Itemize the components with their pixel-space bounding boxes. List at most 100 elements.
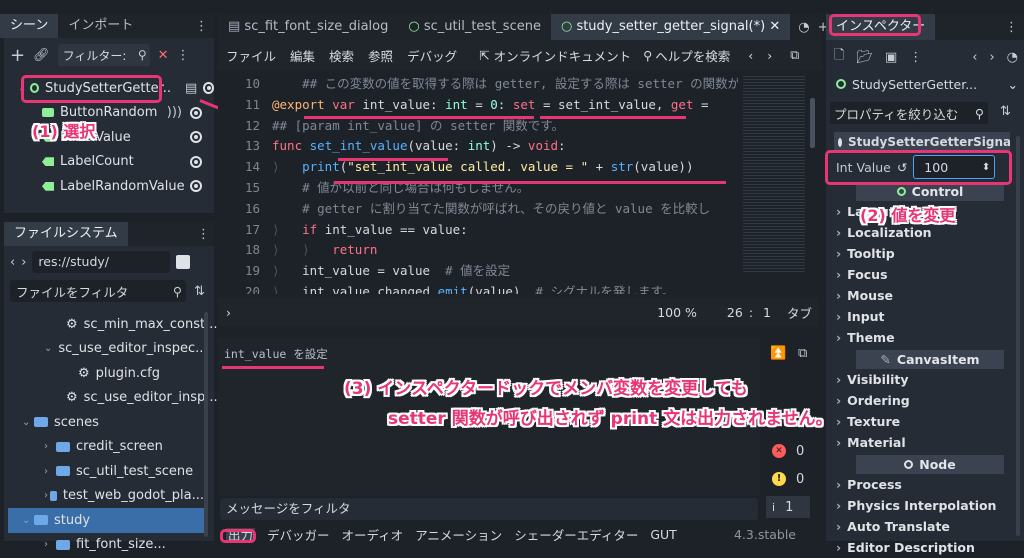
open-folder-icon[interactable]: 📂︎ bbox=[856, 50, 873, 65]
signal-icon[interactable]: ))) bbox=[167, 105, 182, 120]
inspector-group[interactable]: › Visibility bbox=[826, 369, 1024, 390]
inspector-group[interactable]: › Focus bbox=[826, 264, 1024, 285]
script-section-header[interactable]: StudySetterGetterSignal bbox=[834, 132, 1010, 152]
prev-icon[interactable]: ‹ bbox=[748, 48, 753, 63]
history-back-icon[interactable]: ‹ bbox=[972, 50, 977, 65]
link-icon[interactable]: 🔗︎ bbox=[33, 48, 50, 63]
path-field[interactable]: res://study/ bbox=[32, 251, 171, 273]
menu-search[interactable]: 検索 bbox=[329, 46, 354, 65]
forward-icon[interactable]: › bbox=[21, 255, 26, 270]
sort-icon[interactable]: ⇅ bbox=[194, 284, 205, 299]
file-item[interactable]: ⌄ study bbox=[8, 508, 204, 533]
inspector-group[interactable]: › Input bbox=[826, 306, 1024, 327]
file-item[interactable]: › fit_font_size... bbox=[8, 533, 204, 558]
menu-goto[interactable]: 参照 bbox=[368, 46, 393, 65]
canvasitem-section-header[interactable]: ✎ CanvasItem bbox=[856, 350, 1004, 369]
tab-scene[interactable]: シーン bbox=[0, 14, 59, 38]
code-line: 13 func set_int_value(value: int) -> void… bbox=[244, 138, 566, 154]
online-docs-button[interactable]: オンラインドキュメント bbox=[494, 46, 632, 65]
scroll-lock-icon[interactable]: ⏫ bbox=[770, 346, 786, 361]
menu-file[interactable]: ファイル bbox=[226, 46, 276, 65]
tab-history-icon[interactable]: ◔ bbox=[798, 20, 809, 35]
scene-filter-input[interactable]: フィルター: ⚲ bbox=[57, 44, 150, 66]
indent-mode[interactable]: タブ bbox=[787, 303, 812, 322]
tab-audio[interactable]: オーディオ bbox=[342, 528, 404, 541]
tab-scene-3[interactable]: ○ study_setter_getter_signal(*) ✕ bbox=[550, 14, 791, 40]
tab-shader-editor[interactable]: シェーダーエディター bbox=[514, 528, 638, 541]
help-search-button[interactable]: ヘルプを検索 bbox=[655, 46, 730, 65]
file-item[interactable]: › test_web_godot_pla... bbox=[8, 484, 204, 509]
warning-filter-button[interactable]: ! 0 bbox=[766, 468, 810, 490]
inspector-group[interactable]: › Texture bbox=[826, 411, 1024, 432]
inspector-group[interactable]: › Material bbox=[826, 432, 1024, 453]
split-mode-icon[interactable] bbox=[176, 255, 191, 269]
history-icon[interactable]: ◔ bbox=[1007, 50, 1018, 65]
file-item[interactable]: › credit_screen bbox=[8, 435, 204, 460]
file-item[interactable]: ⚙ plugin.cfg bbox=[8, 361, 204, 386]
file-item[interactable]: › sc_util_test_scene bbox=[8, 459, 204, 484]
script-attached-icon[interactable]: ▤ bbox=[185, 81, 197, 96]
new-resource-icon[interactable]: 🗋 bbox=[834, 46, 844, 68]
tab-scene-2[interactable]: ○ sc_util_test_scene bbox=[398, 14, 551, 40]
visibility-eye-icon[interactable] bbox=[203, 82, 214, 95]
property-filter-input[interactable]: プロパティを絞り込む ⚲ bbox=[830, 102, 988, 124]
inspector-group[interactable]: › Auto Translate bbox=[826, 516, 1024, 537]
code-editor[interactable]: 10 ## この変数の値を取得する際は getter, 設定する際は sette… bbox=[218, 74, 818, 294]
file-filter-input[interactable]: ファイルをフィルタ ⚲ bbox=[10, 280, 186, 302]
dock-menu-icon[interactable]: ⋮ bbox=[1005, 20, 1018, 35]
history-forward-icon[interactable]: › bbox=[989, 50, 994, 65]
visibility-eye-icon[interactable] bbox=[190, 180, 202, 193]
inspector-group[interactable]: › Physics Interpolation bbox=[826, 495, 1024, 516]
code-scrollbar[interactable] bbox=[810, 98, 815, 148]
file-item[interactable]: ⚙ sc_use_editor_insp... bbox=[8, 386, 218, 411]
message-filter-input[interactable]: メッセージをフィルタ bbox=[220, 498, 758, 520]
copy-icon[interactable]: ⧉ bbox=[798, 346, 807, 361]
error-filter-button[interactable]: ✕ 0 bbox=[766, 440, 810, 462]
file-item[interactable]: ⚙ sc_min_max_const... bbox=[8, 312, 218, 337]
message-filter-button[interactable]: ⅰ 1 bbox=[766, 496, 810, 518]
close-icon[interactable]: ✕ bbox=[769, 19, 780, 34]
file-item[interactable]: ⌄ scenes bbox=[8, 410, 204, 435]
next-icon[interactable]: › bbox=[767, 48, 772, 63]
toggle-panel-icon[interactable]: › bbox=[226, 305, 231, 320]
inspector-group[interactable]: › Ordering bbox=[826, 390, 1024, 411]
inspector-group[interactable]: › Process bbox=[826, 474, 1024, 495]
inspector-group[interactable]: › Mouse bbox=[826, 285, 1024, 306]
menu-debug[interactable]: デバッグ bbox=[407, 46, 457, 65]
add-node-icon[interactable]: + bbox=[10, 45, 25, 66]
zoom-level[interactable]: 100 % bbox=[657, 305, 697, 320]
help-search-icon[interactable]: ⚲ bbox=[643, 48, 652, 63]
code-minimap[interactable] bbox=[743, 74, 805, 274]
script-icon[interactable]: ✕ bbox=[158, 48, 169, 63]
inspector-scrollbar[interactable] bbox=[1016, 136, 1020, 536]
tab-import[interactable]: インポート bbox=[58, 14, 143, 38]
node-selector[interactable]: StudySetterGetter... ⌄ bbox=[832, 72, 1018, 96]
visibility-eye-icon[interactable] bbox=[190, 106, 202, 119]
visibility-eye-icon[interactable] bbox=[190, 131, 202, 144]
inspector-options-icon[interactable]: ⇅ bbox=[1000, 104, 1011, 119]
filesystem-scrollbar[interactable] bbox=[204, 312, 208, 537]
tab-gut[interactable]: GUT bbox=[650, 528, 676, 541]
inspector-group[interactable]: › Theme bbox=[826, 327, 1024, 348]
file-item[interactable]: ⌄ sc_use_editor_inspec... bbox=[8, 337, 208, 362]
tab-filesystem[interactable]: ファイルシステム bbox=[4, 222, 128, 246]
tree-node-label[interactable]: LabelCount bbox=[42, 150, 214, 175]
tab-script-1[interactable]: ▤ sc_fit_font_size_dialog bbox=[218, 14, 398, 40]
tree-node-label[interactable]: LabelRandomValue bbox=[42, 174, 214, 199]
dock-menu-icon[interactable]: ⋮ bbox=[197, 227, 210, 242]
menu-edit[interactable]: 編集 bbox=[290, 46, 315, 65]
inspector-group[interactable]: › Editor Description bbox=[826, 537, 1024, 558]
tab-animation[interactable]: アニメーション bbox=[415, 528, 502, 541]
external-link-icon[interactable]: ⇱ bbox=[479, 48, 489, 63]
scene-menu-icon[interactable]: ⋮ bbox=[177, 48, 190, 63]
save-icon[interactable]: ▣ bbox=[885, 50, 897, 65]
float-window-icon[interactable]: ⧉ bbox=[790, 47, 799, 63]
inspector-group[interactable]: › Tooltip bbox=[826, 243, 1024, 264]
visibility-eye-icon[interactable] bbox=[190, 155, 202, 168]
message-icon: ⅰ bbox=[772, 500, 776, 514]
back-icon[interactable]: ‹ bbox=[10, 255, 15, 270]
menu-icon[interactable]: ⋮ bbox=[909, 50, 922, 65]
dock-menu-icon[interactable]: ⋮ bbox=[195, 19, 208, 34]
tab-debugger[interactable]: デバッガー bbox=[267, 528, 330, 541]
node-section-header[interactable]: Node bbox=[856, 455, 1004, 474]
